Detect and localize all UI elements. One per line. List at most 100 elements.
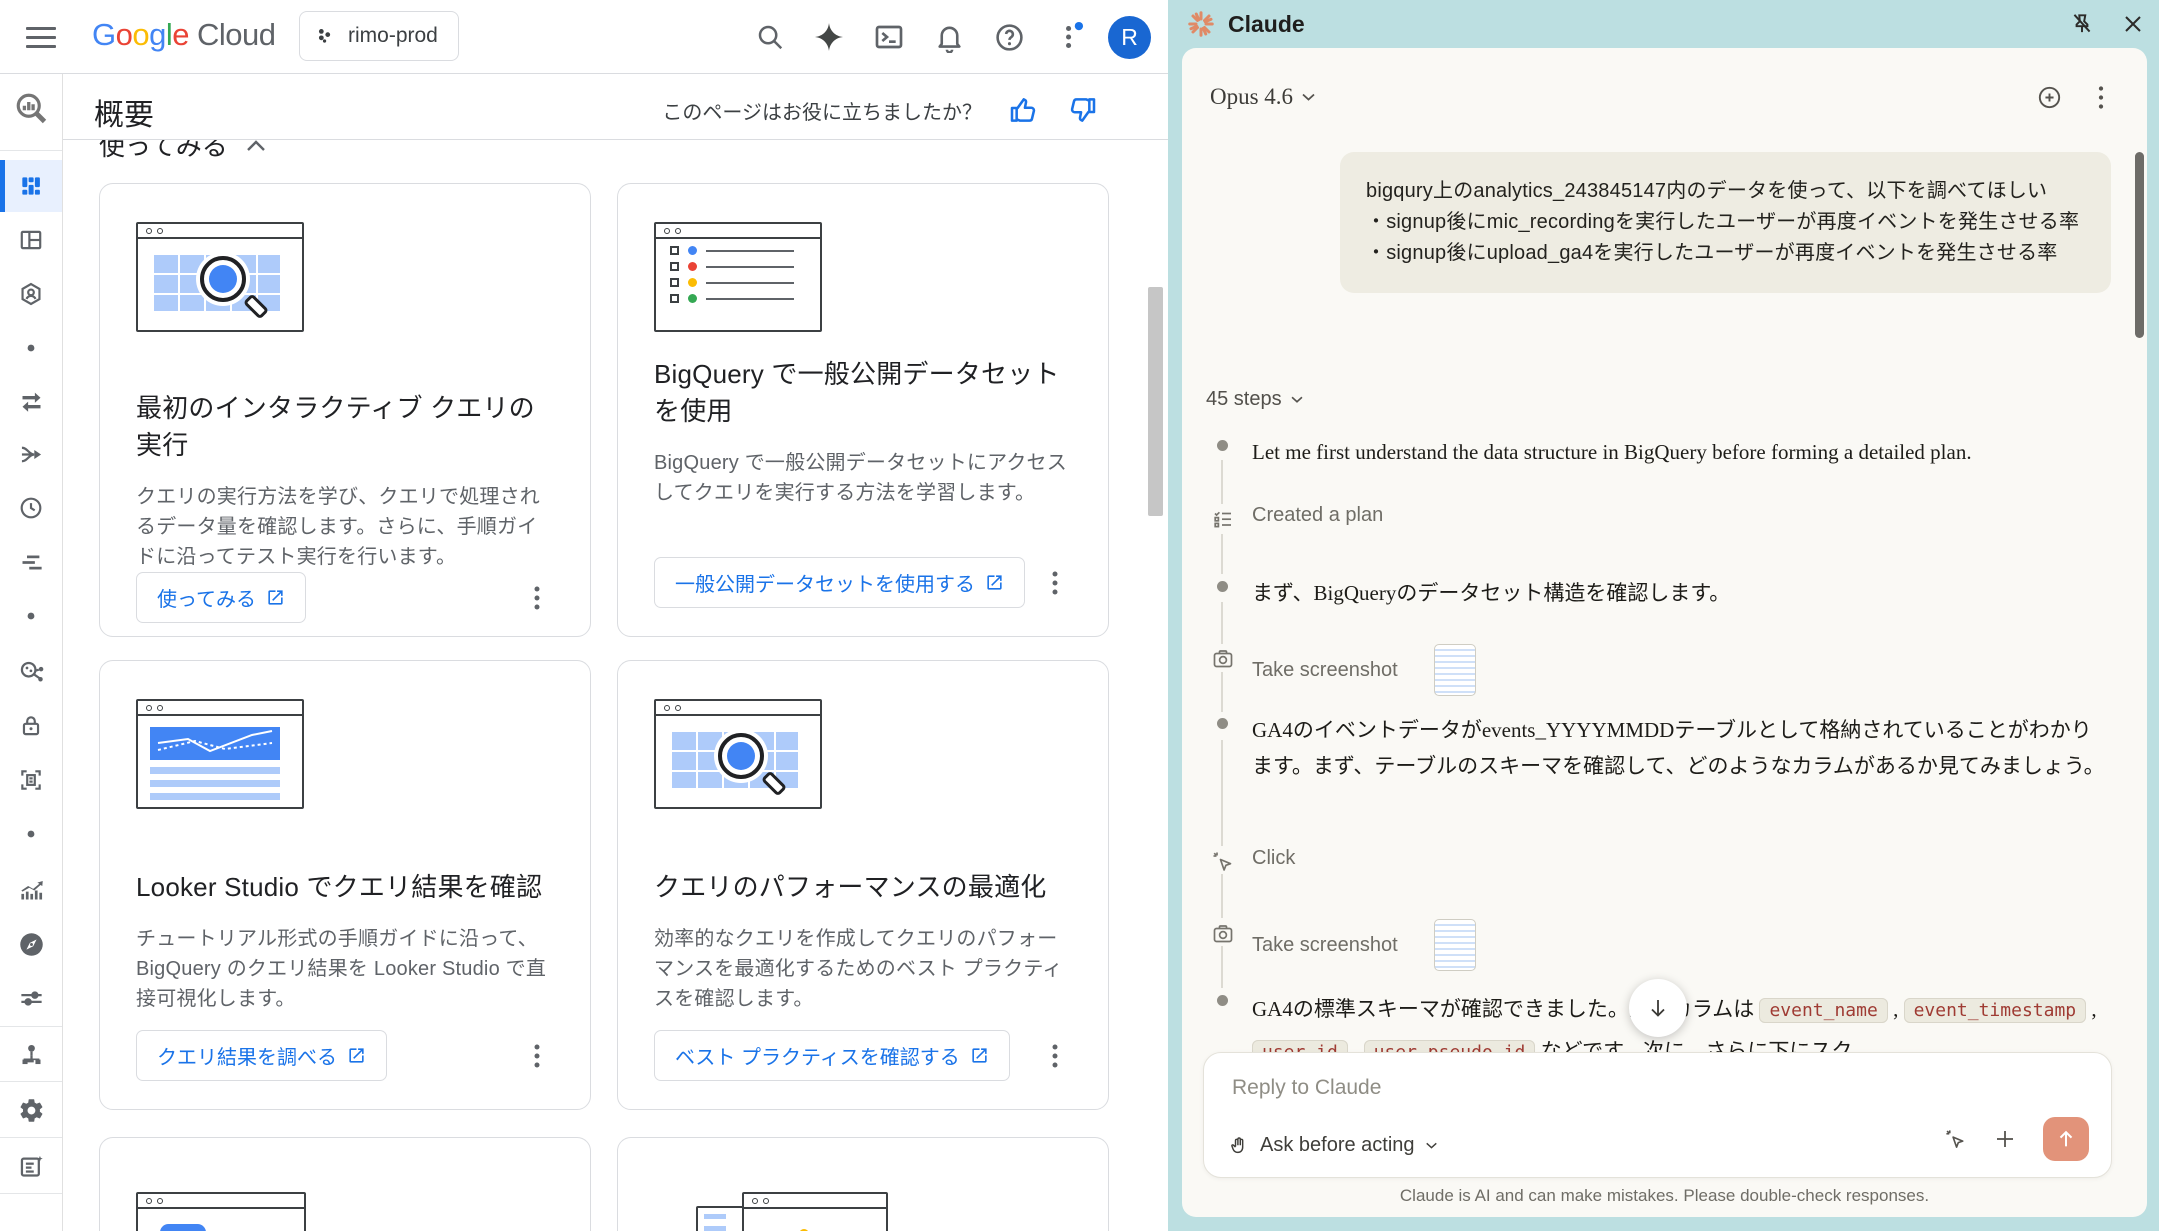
- google-cloud-logo[interactable]: Google Cloud: [92, 17, 276, 53]
- card-title: BigQuery で一般公開データセットを使用: [654, 356, 1072, 430]
- sidebar-item-governance[interactable]: [0, 700, 62, 752]
- sidebar-item-data-transfers[interactable]: [0, 374, 62, 426]
- tool-label: Click: [1252, 847, 1295, 870]
- table-search-illustration: [136, 222, 304, 332]
- card-first-query[interactable]: 最初のインタラクティブ クエリの実行 クエリの実行方法を学び、クエリで処理される…: [99, 183, 591, 637]
- sidebar-item-studio[interactable]: [0, 160, 62, 212]
- notifications-icon[interactable]: [928, 16, 970, 58]
- sidebar-item-admin-sliders[interactable]: [0, 972, 62, 1024]
- menu-icon[interactable]: [26, 21, 66, 53]
- card-menu-icon[interactable]: [520, 1034, 554, 1078]
- sidebar-item-capacity[interactable]: [0, 536, 62, 588]
- overflow-menu-icon[interactable]: [2097, 84, 2105, 111]
- sidebar-item-release-notes[interactable]: [0, 1140, 62, 1192]
- claude-header: Claude: [1168, 0, 2159, 48]
- open-in-new-icon: [347, 1046, 366, 1065]
- console-scrollbar[interactable]: [1148, 287, 1163, 516]
- use-public-datasets-button[interactable]: 一般公開データセットを使用する: [654, 557, 1025, 608]
- blue-button-graphic: [160, 1224, 206, 1231]
- checklist-window-illustration: [654, 222, 822, 334]
- search-icon[interactable]: [749, 16, 791, 58]
- sidebar-item-navigator-compass[interactable]: [0, 918, 62, 970]
- card-query-performance[interactable]: クエリのパフォーマンスの最適化 効率的なクエリを作成してクエリのパフォーマンスを…: [617, 660, 1109, 1110]
- close-icon[interactable]: [2121, 12, 2145, 36]
- attach-plus-icon[interactable]: [1993, 1127, 2017, 1151]
- sidebar-item-explorer[interactable]: [0, 214, 62, 266]
- unpin-icon[interactable]: [2069, 11, 2095, 37]
- card-menu-icon[interactable]: [520, 576, 554, 620]
- reply-input[interactable]: Reply to Claude Ask before acting: [1203, 1052, 2112, 1178]
- more-vert-icon[interactable]: [1050, 16, 1092, 58]
- chart-windows-illustration: [654, 1192, 1072, 1231]
- separator: ,: [1888, 997, 1904, 1021]
- permission-mode-selector[interactable]: Ask before acting: [1228, 1134, 1438, 1157]
- card-partial-right[interactable]: [617, 1137, 1109, 1231]
- claude-logo-icon: [1186, 9, 1216, 39]
- camera-icon: [1206, 642, 1240, 676]
- send-button[interactable]: [2043, 1117, 2089, 1161]
- step-text: まず、BigQueryのデータセット構造を確認します。: [1252, 575, 2107, 611]
- button-label: クエリ結果を調べる: [157, 1041, 337, 1070]
- open-in-new-icon: [970, 1046, 989, 1065]
- sidebar-item-dot[interactable]: [0, 590, 62, 642]
- explore-results-button[interactable]: クエリ結果を調べる: [136, 1030, 387, 1081]
- sidebar-item-resources[interactable]: [0, 1028, 62, 1080]
- scroll-to-bottom-button[interactable]: [1629, 979, 1687, 1037]
- sidebar-item-dot[interactable]: [0, 322, 62, 374]
- tool-label: Take screenshot: [1252, 659, 1398, 682]
- claude-scrollbar[interactable]: [2135, 152, 2144, 338]
- chevron-down-icon: [1301, 92, 1316, 102]
- claude-panel-title: Claude: [1228, 11, 1305, 38]
- thumbs-up-icon[interactable]: [1008, 94, 1040, 126]
- card-public-datasets[interactable]: BigQuery で一般公開データセットを使用 BigQuery で一般公開デー…: [617, 183, 1109, 637]
- bigquery-logo-icon[interactable]: [0, 82, 62, 134]
- avatar[interactable]: R: [1108, 16, 1151, 59]
- help-icon[interactable]: [988, 16, 1030, 58]
- permission-mode-label: Ask before acting: [1260, 1134, 1415, 1157]
- logo-letter: G: [92, 17, 116, 52]
- sidebar-item-dot[interactable]: [0, 808, 62, 860]
- cloud-shell-icon[interactable]: [868, 16, 910, 58]
- sidebar-item-history[interactable]: [0, 482, 62, 534]
- bullet-icon: [1217, 581, 1228, 592]
- avatar-initial: R: [1121, 24, 1138, 51]
- card-looker-studio[interactable]: Looker Studio でクエリ結果を確認 チュートリアル形式の手順ガイドに…: [99, 660, 591, 1110]
- card-title: クエリのパフォーマンスの最適化: [654, 869, 1072, 906]
- step-text: Let me first understand the data structu…: [1252, 434, 2107, 470]
- card-menu-icon[interactable]: [1038, 561, 1072, 605]
- hand-icon: [1228, 1135, 1250, 1157]
- step-item-tool[interactable]: Click: [1206, 847, 2107, 870]
- try-it-button[interactable]: 使ってみる: [136, 572, 306, 623]
- step-item: GA4のイベントデータがevents_YYYYMMDDテーブルとして格納されてい…: [1206, 712, 2107, 784]
- step-item-tool[interactable]: Take screenshot: [1206, 919, 2107, 971]
- gemini-icon[interactable]: [808, 16, 850, 58]
- sidebar-item-sharing[interactable]: [0, 646, 62, 698]
- best-practices-button[interactable]: ベスト プラクティスを確認する: [654, 1030, 1010, 1081]
- sidebar-item-migration[interactable]: [0, 428, 62, 480]
- steps-toggle[interactable]: 45 steps: [1206, 388, 1304, 411]
- sidebar-item-monitoring[interactable]: [0, 864, 62, 916]
- section-header-tryit[interactable]: 使ってみる: [99, 140, 499, 158]
- card-partial-left[interactable]: [99, 1137, 591, 1231]
- new-chat-icon[interactable]: [2036, 84, 2063, 111]
- steps-count: 45 steps: [1206, 388, 1282, 411]
- screenshot-thumbnail[interactable]: [1434, 919, 1476, 971]
- step-item-tool[interactable]: Created a plan: [1206, 504, 2107, 527]
- project-selector[interactable]: rimo-prod: [299, 11, 459, 61]
- model-selector[interactable]: Opus 4.6: [1210, 84, 1316, 110]
- feedback-question: このページはお役に立ちましたか？: [662, 96, 982, 125]
- sidebar-item-policy-scan[interactable]: [0, 754, 62, 806]
- computer-use-toggle-icon[interactable]: [1944, 1128, 1967, 1151]
- button-label: 一般公開データセットを使用する: [675, 568, 975, 597]
- bullet-icon: [1217, 718, 1228, 729]
- google-cloud-console: Google Cloud rimo-prod: [0, 0, 1168, 1231]
- sidebar-item-settings[interactable]: [0, 1084, 62, 1136]
- camera-icon: [1206, 917, 1240, 951]
- card-body: BigQuery で一般公開データセットにアクセスしてクエリを実行する方法を学習…: [654, 448, 1072, 508]
- screenshot-thumbnail[interactable]: [1434, 644, 1476, 696]
- step-item-tool[interactable]: Take screenshot: [1206, 644, 2107, 696]
- card-menu-icon[interactable]: [1038, 1034, 1072, 1078]
- sidebar-item-analytics-hub[interactable]: [0, 268, 62, 320]
- thumbs-down-icon[interactable]: [1066, 94, 1098, 126]
- card-title: Looker Studio でクエリ結果を確認: [136, 869, 554, 906]
